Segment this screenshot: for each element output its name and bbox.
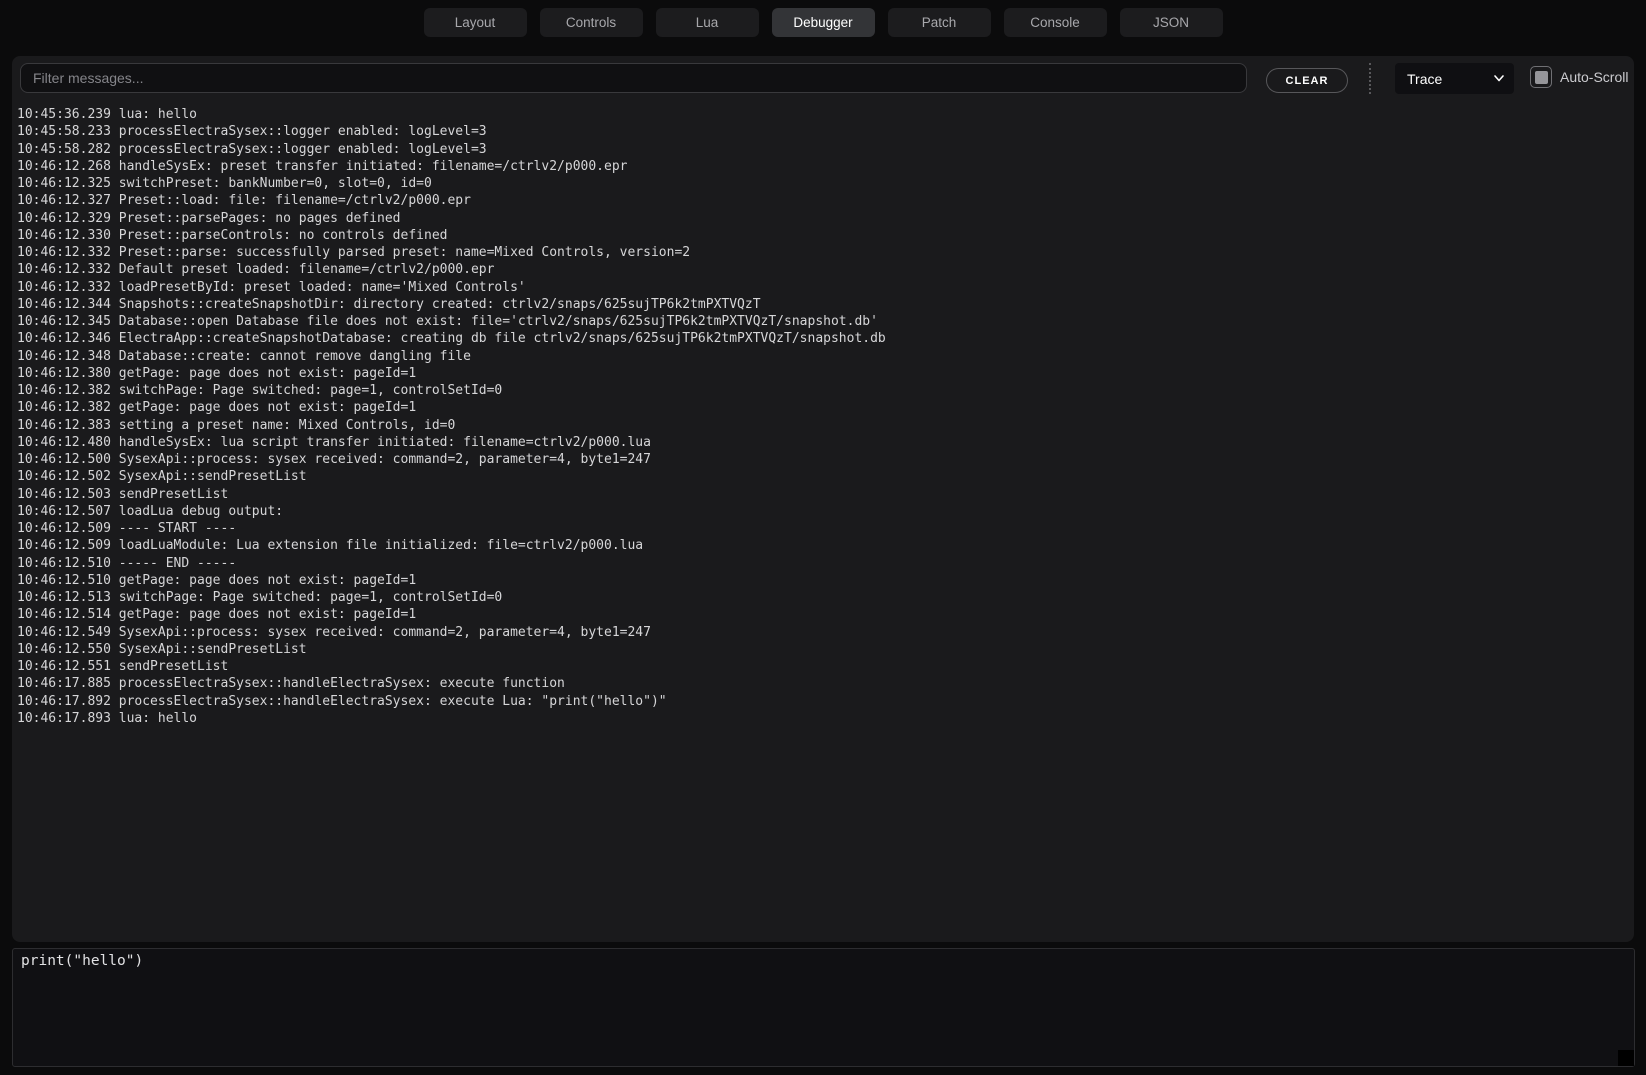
log-output[interactable]: 10:45:36.239 lua: hello10:45:58.233 proc… (12, 102, 1634, 942)
log-line: 10:46:12.330 Preset::parseControls: no c… (17, 227, 1628, 244)
log-line: 10:46:12.507 loadLua debug output: (17, 503, 1628, 520)
clear-button[interactable]: CLEAR (1266, 68, 1348, 93)
log-line: 10:46:17.885 processElectraSysex::handle… (17, 675, 1628, 692)
log-line: 10:46:12.332 Default preset loaded: file… (17, 261, 1628, 278)
log-line: 10:46:17.893 lua: hello (17, 710, 1628, 727)
log-line: 10:46:12.329 Preset::parsePages: no page… (17, 210, 1628, 227)
log-line: 10:46:12.382 getPage: page does not exis… (17, 399, 1628, 416)
top-tab-bar: Layout Controls Lua Debugger Patch Conso… (0, 8, 1646, 37)
log-line: 10:46:12.332 Preset::parse: successfully… (17, 244, 1628, 261)
tab-controls[interactable]: Controls (540, 8, 643, 37)
log-line: 10:46:12.325 switchPreset: bankNumber=0,… (17, 175, 1628, 192)
autoscroll-label: Auto-Scroll (1560, 69, 1628, 85)
log-line: 10:46:12.346 ElectraApp::createSnapshotD… (17, 330, 1628, 347)
log-line: 10:46:12.513 switchPage: Page switched: … (17, 589, 1628, 606)
tab-layout[interactable]: Layout (424, 8, 527, 37)
log-line: 10:46:12.344 Snapshots::createSnapshotDi… (17, 296, 1628, 313)
tab-debugger[interactable]: Debugger (772, 8, 875, 37)
lua-command-input[interactable]: print("hello") (12, 948, 1635, 1067)
log-line: 10:46:12.509 ---- START ---- (17, 520, 1628, 537)
log-line: 10:46:12.509 loadLuaModule: Lua extensio… (17, 537, 1628, 554)
log-line: 10:46:12.327 Preset::load: file: filenam… (17, 192, 1628, 209)
tab-console[interactable]: Console (1004, 8, 1107, 37)
log-line: 10:46:12.502 SysexApi::sendPresetList (17, 468, 1628, 485)
log-line: 10:46:12.348 Database::create: cannot re… (17, 348, 1628, 365)
log-level-select[interactable]: Trace (1395, 63, 1514, 94)
command-input-wrap: print("hello") (12, 948, 1635, 1067)
toolbar-divider (1369, 63, 1371, 94)
log-line: 10:46:12.383 setting a preset name: Mixe… (17, 417, 1628, 434)
log-line: 10:45:58.233 processElectraSysex::logger… (17, 123, 1628, 140)
log-line: 10:46:12.500 SysexApi::process: sysex re… (17, 451, 1628, 468)
log-line: 10:46:12.549 SysexApi::process: sysex re… (17, 624, 1628, 641)
log-line: 10:46:17.892 processElectraSysex::handle… (17, 693, 1628, 710)
log-line: 10:46:12.514 getPage: page does not exis… (17, 606, 1628, 623)
log-line: 10:46:12.382 switchPage: Page switched: … (17, 382, 1628, 399)
autoscroll-checkbox-fill (1535, 71, 1548, 84)
log-line: 10:46:12.510 ----- END ----- (17, 555, 1628, 572)
log-line: 10:45:58.282 processElectraSysex::logger… (17, 141, 1628, 158)
log-line: 10:46:12.268 handleSysEx: preset transfe… (17, 158, 1628, 175)
log-line: 10:46:12.345 Database::open Database fil… (17, 313, 1628, 330)
log-level-dropdown-wrap: Trace (1395, 63, 1514, 94)
log-line: 10:46:12.503 sendPresetList (17, 486, 1628, 503)
log-line: 10:46:12.550 SysexApi::sendPresetList (17, 641, 1628, 658)
log-line: 10:45:36.239 lua: hello (17, 106, 1628, 123)
filter-messages-input[interactable] (20, 63, 1247, 93)
log-line: 10:46:12.380 getPage: page does not exis… (17, 365, 1628, 382)
debugger-panel: CLEAR Trace Auto-Scroll 10:45:36.239 lua… (12, 56, 1634, 942)
log-line: 10:46:12.332 loadPresetById: preset load… (17, 279, 1628, 296)
log-line: 10:46:12.551 sendPresetList (17, 658, 1628, 675)
tab-lua[interactable]: Lua (656, 8, 759, 37)
resize-handle[interactable] (1618, 1050, 1634, 1066)
log-line: 10:46:12.480 handleSysEx: lua script tra… (17, 434, 1628, 451)
autoscroll-checkbox[interactable] (1530, 66, 1552, 88)
tab-json[interactable]: JSON (1120, 8, 1223, 37)
tab-patch[interactable]: Patch (888, 8, 991, 37)
log-line: 10:46:12.510 getPage: page does not exis… (17, 572, 1628, 589)
